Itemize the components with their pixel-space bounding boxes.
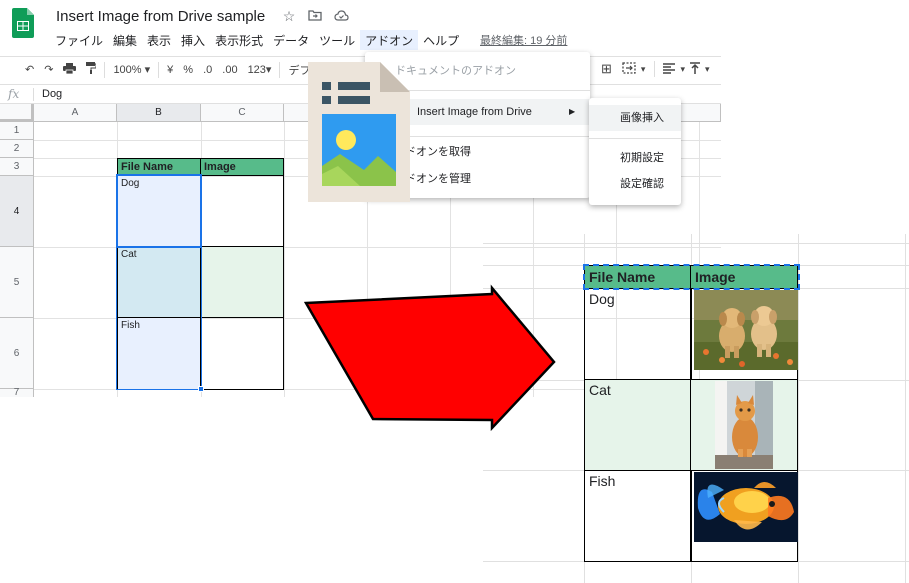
table-cell-image[interactable] (200, 246, 284, 318)
gridline (284, 122, 285, 397)
chevron-right-icon: ▶ (569, 107, 576, 116)
chevron-down-icon: ▾ (704, 63, 710, 74)
menu-item-label: Insert Image from Drive (417, 106, 532, 118)
fill-handle[interactable] (198, 386, 204, 392)
formula-input[interactable]: Dog (42, 88, 62, 100)
menu-view[interactable]: 表示 (142, 30, 176, 50)
print-icon[interactable] (58, 62, 81, 77)
menu-file[interactable]: ファイル (50, 30, 108, 50)
toolbar-divider (158, 61, 160, 78)
gridline (483, 243, 909, 244)
undo-icon[interactable]: ↶ (20, 63, 39, 76)
screenshot-composite: Insert Image from Drive sample ☆ ファイル 編集… (0, 0, 909, 583)
last-edit-link[interactable]: 最終編集: 19 分前 (480, 32, 567, 48)
vertical-align-icon[interactable] (685, 61, 705, 77)
chevron-down-icon: ▾ (144, 64, 151, 76)
select-all-corner[interactable] (0, 104, 34, 122)
menu-insert[interactable]: 挿入 (176, 30, 210, 50)
column-header-a[interactable]: A (34, 104, 117, 122)
submenu-item-check-settings[interactable]: 設定確認 (589, 171, 681, 197)
row-header-6[interactable]: 6 (0, 318, 34, 389)
menu-tools[interactable]: ツール (314, 30, 360, 50)
menu-bar: ファイル 編集 表示 挿入 表示形式 データ ツール アドオン ヘルプ (50, 30, 464, 50)
more-formats-button[interactable]: 123▾ (243, 63, 277, 76)
cloud-status-icon[interactable] (332, 8, 350, 25)
menu-divider (589, 138, 681, 139)
gridline (905, 234, 906, 583)
insert-image-submenu: 画像挿入 初期設定 設定確認 (589, 98, 681, 205)
toolbar-right: ⊞ ▾ ▾ ▾ (596, 56, 710, 82)
chevron-down-icon: ▾ (265, 64, 272, 76)
submenu-item-insert-image[interactable]: 画像挿入 (589, 105, 681, 131)
decimal-increase-button[interactable]: .00 (217, 64, 242, 76)
column-header-b[interactable]: B (117, 104, 201, 122)
redo-icon[interactable]: ↷ (39, 63, 58, 76)
puppies-photo (694, 290, 798, 370)
cat-photo (715, 381, 773, 469)
decimal-decrease-button[interactable]: .0 (198, 64, 217, 76)
row-header-5[interactable]: 5 (0, 247, 34, 318)
toolbar-divider (279, 61, 281, 78)
star-icon[interactable]: ☆ (280, 8, 298, 25)
result-cell-cat[interactable]: Cat (584, 379, 692, 471)
table-cell-image[interactable] (200, 317, 284, 390)
table-cell-image[interactable] (200, 175, 284, 247)
title-icons: ☆ (280, 8, 350, 25)
more-formats-label: 123 (247, 64, 266, 76)
result-cell-dog[interactable]: Dog (584, 288, 692, 380)
menu-format[interactable]: 表示形式 (210, 30, 268, 50)
row-header-3[interactable]: 3 (0, 158, 34, 176)
table-header-image[interactable]: Image (200, 158, 284, 176)
row-header-4[interactable]: 4 (0, 176, 34, 247)
toolbar-divider (654, 61, 656, 77)
goldfish-photo (694, 472, 798, 542)
menu-data[interactable]: データ (268, 30, 314, 50)
currency-button[interactable]: ¥ (162, 64, 178, 76)
menu-help[interactable]: ヘルプ (418, 30, 464, 50)
row-header-2[interactable]: 2 (0, 140, 34, 158)
merge-cells-icon[interactable] (617, 61, 641, 77)
zoom-select[interactable]: 100% ▾ (108, 63, 155, 76)
result-cell-fish[interactable]: Fish (584, 470, 692, 562)
column-header-c[interactable]: C (201, 104, 284, 122)
submenu-item-initial-settings[interactable]: 初期設定 (589, 145, 681, 171)
folder-move-icon[interactable] (306, 8, 324, 25)
menu-addons[interactable]: アドオン (360, 30, 419, 50)
toolbar-divider (104, 61, 106, 78)
image-document-icon (308, 62, 410, 202)
document-title[interactable]: Insert Image from Drive sample (56, 8, 265, 25)
borders-icon[interactable]: ⊞ (596, 61, 617, 77)
row-header-7[interactable]: 7 (0, 388, 34, 397)
chevron-down-icon: ▾ (640, 63, 646, 74)
menu-edit[interactable]: 編集 (108, 30, 142, 50)
zoom-value: 100% (113, 64, 142, 76)
selection-range-outline (116, 174, 202, 390)
horizontal-align-icon[interactable] (658, 62, 680, 77)
formula-divider (33, 88, 34, 101)
fx-icon: fx (8, 87, 20, 101)
header-selection-outline (583, 264, 800, 290)
sheets-logo-icon[interactable] (12, 8, 34, 38)
paint-format-icon[interactable] (81, 62, 101, 77)
percent-button[interactable]: % (178, 64, 198, 76)
result-spreadsheet: File Name Image Dog Cat Fish (483, 234, 909, 583)
row-header-1[interactable]: 1 (0, 122, 34, 140)
